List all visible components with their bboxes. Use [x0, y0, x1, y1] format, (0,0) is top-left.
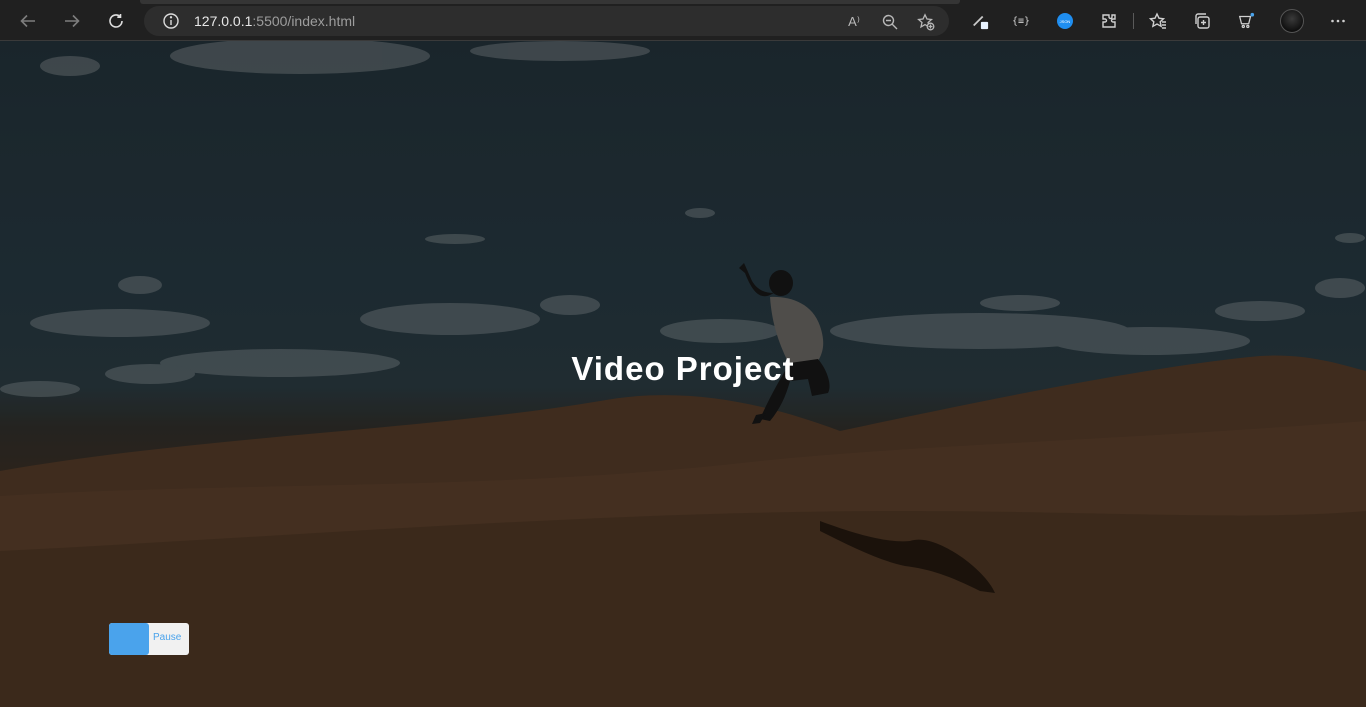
extensions-icon[interactable] [1097, 9, 1121, 33]
back-icon[interactable] [13, 6, 43, 36]
page-title: Video Project [571, 350, 795, 387]
zoom-out-icon[interactable] [879, 11, 901, 33]
page-viewport: Video Project Pause [0, 41, 1366, 707]
code-extension-icon[interactable]: {≡} [1009, 9, 1033, 33]
toggle-label: Pause [153, 632, 182, 643]
address-bar[interactable]: 127.0.0.1:5500/index.html A⁾ [144, 6, 949, 36]
pen-extension-icon[interactable] [968, 9, 992, 33]
tab-strip-edge [140, 0, 960, 4]
refresh-icon[interactable] [101, 6, 131, 36]
url-text: 127.0.0.1:5500/index.html [194, 13, 355, 29]
read-aloud-icon[interactable]: A⁾ [843, 11, 865, 33]
more-menu-icon[interactable] [1326, 9, 1350, 33]
url-path: :5500/index.html [252, 13, 356, 29]
collections-icon[interactable] [1190, 9, 1214, 33]
json-extension-icon[interactable]: JSON [1053, 9, 1077, 33]
json-extension-badge: JSON [1057, 13, 1073, 29]
toolbar-divider [1133, 13, 1134, 29]
play-pause-toggle[interactable]: Pause [109, 623, 189, 655]
browser-essentials-icon[interactable] [1234, 9, 1258, 33]
favorites-icon[interactable] [1146, 9, 1170, 33]
forward-icon[interactable] [57, 6, 87, 36]
url-host: 127.0.0.1 [194, 13, 253, 29]
toggle-knob[interactable] [109, 623, 149, 655]
add-favorite-icon[interactable] [915, 11, 937, 33]
profile-avatar[interactable] [1280, 9, 1304, 33]
browser-toolbar: 127.0.0.1:5500/index.html A⁾ {≡} JSON [0, 0, 1366, 41]
site-info-icon[interactable] [162, 12, 180, 30]
